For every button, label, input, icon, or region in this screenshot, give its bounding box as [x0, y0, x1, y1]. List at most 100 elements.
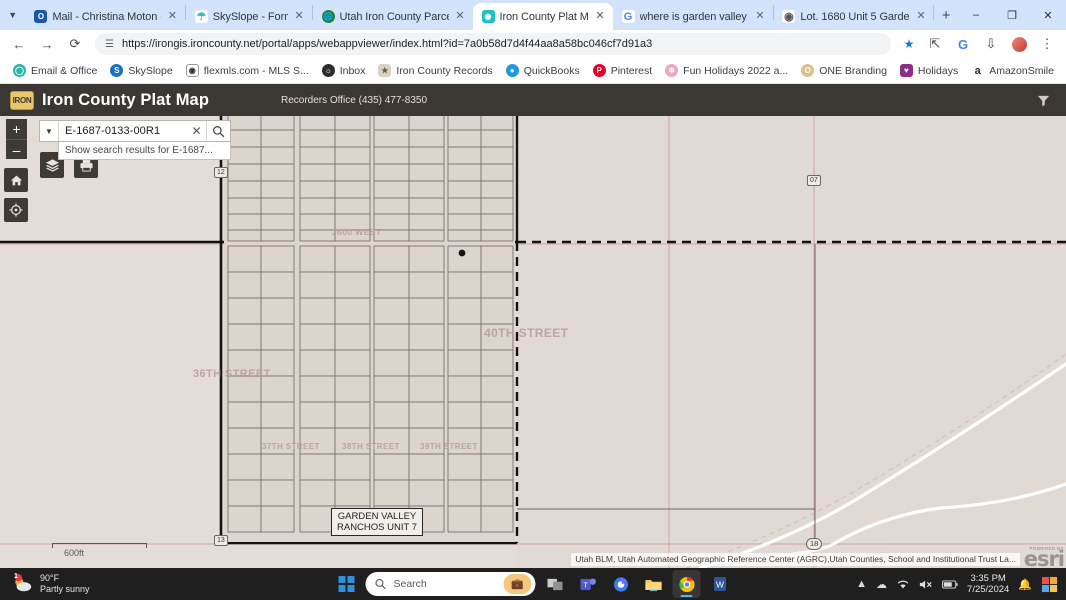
bookmark-amazonsmile[interactable]: a AmazonSmile	[965, 62, 1060, 79]
store-icon[interactable]: 💼	[503, 574, 532, 594]
downloads-icon[interactable]: ⇩	[978, 31, 1004, 57]
teams-button[interactable]: T	[574, 570, 602, 598]
start-button[interactable]	[333, 570, 361, 598]
chevron-down-icon[interactable]: ▼	[40, 121, 59, 141]
home-extent-button[interactable]	[4, 168, 28, 192]
amazon-icon: a	[971, 64, 985, 77]
windows-taskbar: 1 90°F Partly sunny Search 💼 T W ▲ ☁ 3:3…	[0, 568, 1066, 600]
search-input[interactable]: E-1687-0133-00R1	[59, 121, 187, 141]
bookmark-label: Iron County Records	[396, 64, 493, 77]
browser-tab-3[interactable]: ◉ Iron County Plat Map ✕	[472, 3, 613, 30]
bookmark-iron-county-records[interactable]: ★ Iron County Records	[372, 62, 498, 79]
volume-muted-icon[interactable]	[919, 579, 933, 590]
taskbar-search-placeholder: Search	[393, 578, 427, 590]
zoom-in-button[interactable]: +	[6, 119, 27, 139]
clock-time: 3:35 PM	[970, 573, 1006, 584]
close-window-button[interactable]: ✕	[1030, 0, 1066, 30]
chrome-button[interactable]	[672, 570, 701, 598]
zoom-controls: + –	[6, 119, 27, 159]
battery-icon[interactable]	[942, 580, 958, 589]
arcgis-icon: ◉	[481, 10, 495, 23]
browser-tab-2[interactable]: 🌐 Utah Iron County Parcels | ✕	[313, 3, 473, 30]
bookmark-holidays[interactable]: ♥ Holidays	[894, 62, 964, 79]
word-button[interactable]: W	[706, 570, 734, 598]
bookmarks-bar: ◯ Email & Office S SkySlope ◉ flexmls.co…	[0, 58, 1066, 84]
zoom-out-button[interactable]: –	[6, 139, 27, 159]
google-apps-icon[interactable]: G	[950, 31, 976, 57]
bell-icon[interactable]: 🔔	[1018, 578, 1032, 591]
bookmark-label: Pinterest	[610, 64, 653, 77]
street-label-40th-street: 40TH STREET	[484, 326, 569, 340]
taskbar-center-group: Search 💼 T W	[333, 570, 734, 598]
forward-button[interactable]: →	[34, 31, 60, 57]
search-icon[interactable]	[206, 121, 230, 141]
my-location-button[interactable]	[4, 198, 28, 222]
search-bar[interactable]: ▼ E-1687-0133-00R1 ✕	[39, 120, 231, 142]
tab-close-icon[interactable]: ✕	[293, 10, 306, 23]
quickbooks-icon: ●	[505, 64, 519, 77]
tab-label: Mail - Christina Moton - O	[52, 10, 160, 23]
taskbar-search[interactable]: Search 💼	[365, 572, 536, 596]
file-explorer-button[interactable]	[640, 570, 668, 598]
scale-bar: 600ft	[52, 543, 147, 558]
chevron-up-icon[interactable]: ▲	[856, 578, 867, 590]
plat-label-line-2: RANCHOS UNIT 7	[337, 522, 418, 533]
bookmark-email-office[interactable]: ◯ Email & Office	[7, 62, 103, 79]
tab-close-icon[interactable]: ✕	[454, 10, 467, 23]
reload-button[interactable]: ⟳	[62, 31, 88, 57]
tab-close-icon[interactable]: ✕	[166, 10, 179, 23]
tab-close-icon[interactable]: ✕	[594, 10, 607, 23]
browser-tab-1[interactable]: ☂ SkySlope - Forms ✕	[186, 3, 312, 30]
chrome-menu-icon[interactable]: ⋮	[1034, 31, 1060, 57]
bookmark-flexmls[interactable]: ◉ flexmls.com - MLS S...	[180, 62, 315, 79]
tab-close-icon[interactable]: ✕	[914, 10, 927, 23]
bookmark-pinterest[interactable]: P Pinterest	[587, 62, 658, 79]
maximize-button[interactable]: ❐	[994, 0, 1030, 30]
store-badge-icon[interactable]	[1041, 576, 1058, 593]
profile-avatar[interactable]	[1006, 31, 1032, 57]
flexmls-icon: ◉	[185, 64, 199, 77]
taskbar-clock[interactable]: 3:35 PM 7/25/2024	[967, 573, 1009, 595]
browser-tab-strip: ▼ O Mail - Christina Moton - O ✕ ☂ SkySl…	[0, 0, 1066, 30]
close-icon[interactable]: ✕	[187, 121, 206, 141]
new-tab-button[interactable]: +	[934, 2, 958, 28]
minimize-button[interactable]: –	[958, 0, 994, 30]
teams-icon: T	[579, 577, 596, 590]
bookmark-one-branding[interactable]: O ONE Branding	[795, 62, 893, 79]
browser-tab-0[interactable]: O Mail - Christina Moton - O ✕	[25, 3, 184, 30]
weather-widget[interactable]: 1 90°F Partly sunny	[0, 573, 90, 595]
onedrive-icon[interactable]: ☁	[876, 578, 887, 591]
bookmark-unsplash[interactable]: ▲ Unsplash	[1061, 62, 1066, 79]
holidays2-icon: ♥	[899, 64, 913, 77]
bookmark-star-icon[interactable]: ★	[898, 33, 920, 55]
window-controls: – ❐ ✕	[958, 0, 1066, 30]
tab-close-icon[interactable]: ✕	[754, 10, 767, 23]
bookmark-inbox[interactable]: ☼ Inbox	[316, 62, 372, 79]
filter-icon[interactable]	[1030, 87, 1056, 113]
bookmark-label: QuickBooks	[523, 64, 580, 77]
bookmark-fun-holidays[interactable]: ❄ Fun Holidays 2022 a...	[659, 62, 794, 79]
browser-tab-5[interactable]: ◉ Lot. 1680 Unit 5 Garden V ✕	[773, 3, 933, 30]
search-suggestion-item[interactable]: Show search results for E-1687...	[58, 142, 231, 160]
bookmark-skyslope[interactable]: S SkySlope	[104, 62, 178, 79]
wifi-icon[interactable]	[896, 579, 910, 590]
task-view-button[interactable]	[541, 570, 569, 598]
street-label-39th-street: 39TH STREET	[420, 442, 478, 451]
screen: ▼ O Mail - Christina Moton - O ✕ ☂ SkySl…	[0, 0, 1066, 600]
map-canvas[interactable]: 3600 WEST 40TH STREET 36TH STREET 37TH S…	[0, 116, 1066, 568]
tab-label: Lot. 1680 Unit 5 Garden V	[800, 10, 910, 23]
section-number-18: 18	[806, 538, 823, 550]
street-label-38th-street: 38TH STREET	[342, 442, 400, 451]
share-icon[interactable]: ⇱	[922, 31, 948, 57]
chrome-icon	[678, 576, 695, 592]
tab-search-dropdown-icon[interactable]: ▼	[0, 0, 25, 30]
mail-icon: ◯	[13, 64, 26, 77]
address-bar[interactable]: ☰ https://irongis.ironcounty.net/portal/…	[95, 33, 891, 55]
copilot-button[interactable]	[607, 570, 635, 598]
site-settings-icon[interactable]: ☰	[105, 39, 114, 50]
back-button[interactable]: ←	[6, 31, 32, 57]
bookmark-quickbooks[interactable]: ● QuickBooks	[500, 62, 586, 79]
recorders-office-contact: Recorders Office (435) 477-8350	[281, 94, 428, 106]
browser-tab-4[interactable]: G where is garden valley ran ✕	[613, 3, 773, 30]
tab-label: Utah Iron County Parcels |	[339, 10, 449, 23]
